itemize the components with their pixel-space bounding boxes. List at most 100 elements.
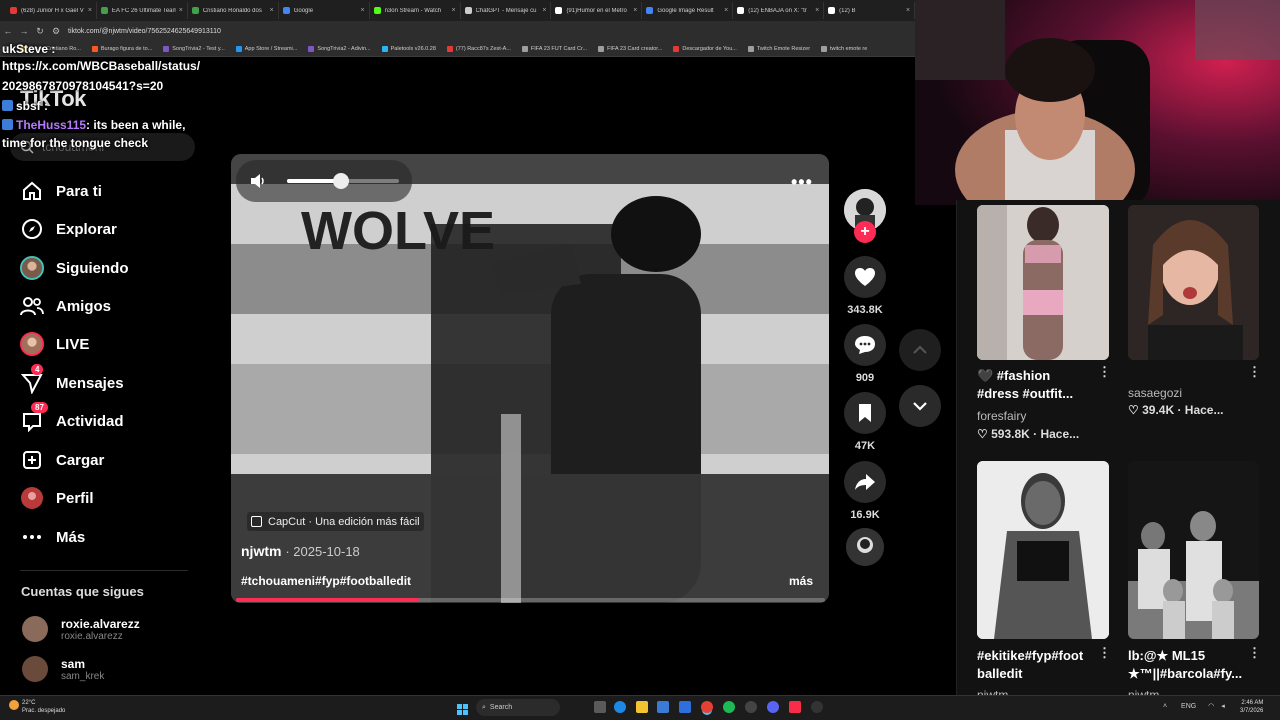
thumbnail-username[interactable]: foresfairy (977, 409, 1026, 423)
bookmark-item[interactable]: FIFA 23 FUT Card Cr... (521, 45, 587, 52)
thumbnail-caption[interactable]: lb:@★ ML15 ★™||#barcola#fy... (1128, 647, 1246, 683)
sound-disc-button[interactable] (844, 528, 886, 566)
task-view-icon[interactable] (594, 701, 606, 713)
browser-tab[interactable]: EA FC 26 Ultimate Team × (97, 2, 188, 19)
speaker-icon: ◂ (1221, 703, 1225, 710)
system-tray[interactable]: ˄ ENG ◠ ◂ (1163, 702, 1225, 710)
reload-icon[interactable]: ↻ (32, 26, 48, 37)
more-options-icon[interactable]: ⋮ (1098, 364, 1111, 380)
comment-count: 909 (855, 372, 875, 384)
close-icon[interactable]: × (906, 7, 910, 14)
close-icon[interactable]: × (270, 7, 274, 14)
more-caption-button[interactable]: más (789, 574, 813, 588)
following-account[interactable]: sam sam_krek (22, 656, 104, 682)
bookmark-label: Descargador de You... (682, 45, 737, 52)
sidebar-item-live[interactable]: LIVE (20, 331, 89, 357)
discord-icon[interactable] (767, 701, 779, 713)
browser-tab[interactable]: Cristiano Ronaldo dos × (188, 2, 279, 19)
windows-start-icon[interactable] (457, 702, 468, 715)
thumbnail-username[interactable]: njwtm (1128, 688, 1159, 695)
thumbnail-caption[interactable]: #ekitike#fyp#foot balledit (977, 647, 1095, 683)
thumbnail-username[interactable]: sasaegozi (1128, 386, 1182, 400)
following-account[interactable]: roxie.alvarezz roxie.alvarezz (22, 616, 140, 642)
close-icon[interactable]: × (815, 7, 819, 14)
browser-tab[interactable]: Google × (279, 2, 370, 19)
comment-icon (844, 324, 886, 366)
sidebar-item-siguiendo[interactable]: Siguiendo (20, 255, 129, 281)
close-icon[interactable]: × (361, 7, 365, 14)
edge-icon[interactable] (614, 701, 626, 713)
bookmark-favicon-icon (308, 45, 315, 52)
sidebar-item-mensajes[interactable]: 4 Mensajes (20, 364, 124, 396)
save-button[interactable]: 47K (844, 392, 886, 452)
share-button[interactable]: 16.9K (844, 461, 886, 521)
site-info-icon[interactable]: ⚙ (48, 26, 64, 37)
taskbar-search[interactable]: ⌕ Search (476, 699, 560, 716)
browser-tab[interactable]: Google Image Result × (642, 2, 734, 19)
browser-tab[interactable]: ChatGPT - Mensaje cu × (461, 2, 552, 19)
next-video-button[interactable] (899, 385, 941, 427)
bookmark-item[interactable]: twitch emote re (821, 45, 867, 52)
thumbnail-username[interactable]: njwtm (977, 688, 1008, 695)
spotify-icon[interactable] (723, 701, 735, 713)
close-icon[interactable]: × (451, 7, 455, 14)
video-author[interactable]: njwtm · 2025-10-18 (241, 543, 360, 559)
bookmark-item[interactable]: App Store / Streami... (235, 45, 297, 52)
mail-icon[interactable] (679, 701, 691, 713)
wifi-icon: ◠ (1208, 703, 1215, 710)
sidebar-item-perfil[interactable]: Perfil (20, 485, 94, 511)
more-options-icon[interactable]: ••• (791, 172, 813, 193)
previous-video-button[interactable] (899, 329, 941, 371)
music-app-icon[interactable] (789, 701, 801, 713)
author-name[interactable]: njwtm (241, 543, 281, 559)
bookmark-item[interactable]: Descargador de You... (673, 45, 737, 52)
video-thumbnail[interactable] (1128, 461, 1259, 639)
video-caption[interactable]: #tchouameni#fyp#footballedit (241, 574, 411, 588)
sidebar-item-actividad[interactable]: 87 Actividad (20, 402, 124, 434)
bookmark-item[interactable]: SongTrivia2 - Adivin... (308, 45, 371, 52)
browser-tab[interactable]: (12) ENBAJA on X: "tr × (733, 2, 825, 19)
chrome-icon[interactable] (701, 701, 713, 713)
close-icon[interactable]: × (179, 7, 183, 14)
sidebar-item-para-ti[interactable]: Para ti (20, 178, 102, 204)
forward-icon[interactable]: → (16, 26, 32, 36)
video-player[interactable]: WOLVE (231, 154, 829, 603)
sidebar-item-amigos[interactable]: Amigos (20, 293, 111, 319)
bookmark-item[interactable]: Twitch Emote Resizer (747, 45, 810, 52)
app-icon[interactable] (811, 701, 823, 713)
like-button[interactable]: 343.8K (844, 256, 886, 316)
store-icon[interactable] (657, 701, 669, 713)
volume-icon[interactable] (249, 172, 267, 195)
video-thumbnail[interactable] (1128, 205, 1259, 360)
browser-tab[interactable]: n3on Stream - Watch × (370, 2, 461, 19)
browser-tab[interactable]: (628) Junior H x Gael V × (6, 2, 97, 19)
more-options-icon[interactable]: ⋮ (1248, 645, 1261, 661)
close-icon[interactable]: × (633, 7, 637, 14)
taskbar-clock[interactable]: 2:46 AM 3/7/2026 (1240, 699, 1263, 715)
capcut-badge[interactable]: CapCut · Una edición más fácil (247, 512, 424, 531)
browser-tab[interactable]: (91)Humor en el Metro × (551, 2, 643, 19)
bookmark-item[interactable]: FIFA 23 Card creator... (598, 45, 662, 52)
url-text[interactable]: tiktok.com/@njwtm/video/7562524625649913… (68, 28, 221, 35)
sidebar-item-cargar[interactable]: Cargar (20, 447, 104, 473)
thumbnail-caption[interactable]: 🖤 #fashion #dress #outfit... (977, 367, 1092, 403)
follow-plus-button[interactable]: + (854, 221, 876, 243)
volume-slider-handle[interactable] (332, 173, 349, 189)
video-thumbnail[interactable] (977, 461, 1109, 639)
sidebar-item-mas[interactable]: Más (20, 524, 85, 550)
more-options-icon[interactable]: ⋮ (1248, 364, 1261, 380)
close-icon[interactable]: × (542, 7, 546, 14)
chat-line: https://x.com/WBCBaseball/status/ (2, 59, 201, 73)
comment-button[interactable]: 909 (844, 324, 886, 384)
more-options-icon[interactable]: ⋮ (1098, 645, 1111, 661)
file-explorer-icon[interactable] (636, 701, 648, 713)
close-icon[interactable]: × (88, 7, 92, 14)
back-icon[interactable]: ← (0, 26, 16, 36)
bookmark-item[interactable]: Paletools v26.0.28 (381, 45, 436, 52)
close-icon[interactable]: × (724, 7, 728, 14)
sidebar-item-explorar[interactable]: Explorar (20, 216, 117, 242)
bookmark-item[interactable]: (77) Racc87s Zest-A... (446, 45, 511, 52)
video-thumbnail[interactable] (977, 205, 1109, 360)
browser-tab[interactable]: (12) B × (824, 2, 915, 19)
obs-icon[interactable] (745, 701, 757, 713)
